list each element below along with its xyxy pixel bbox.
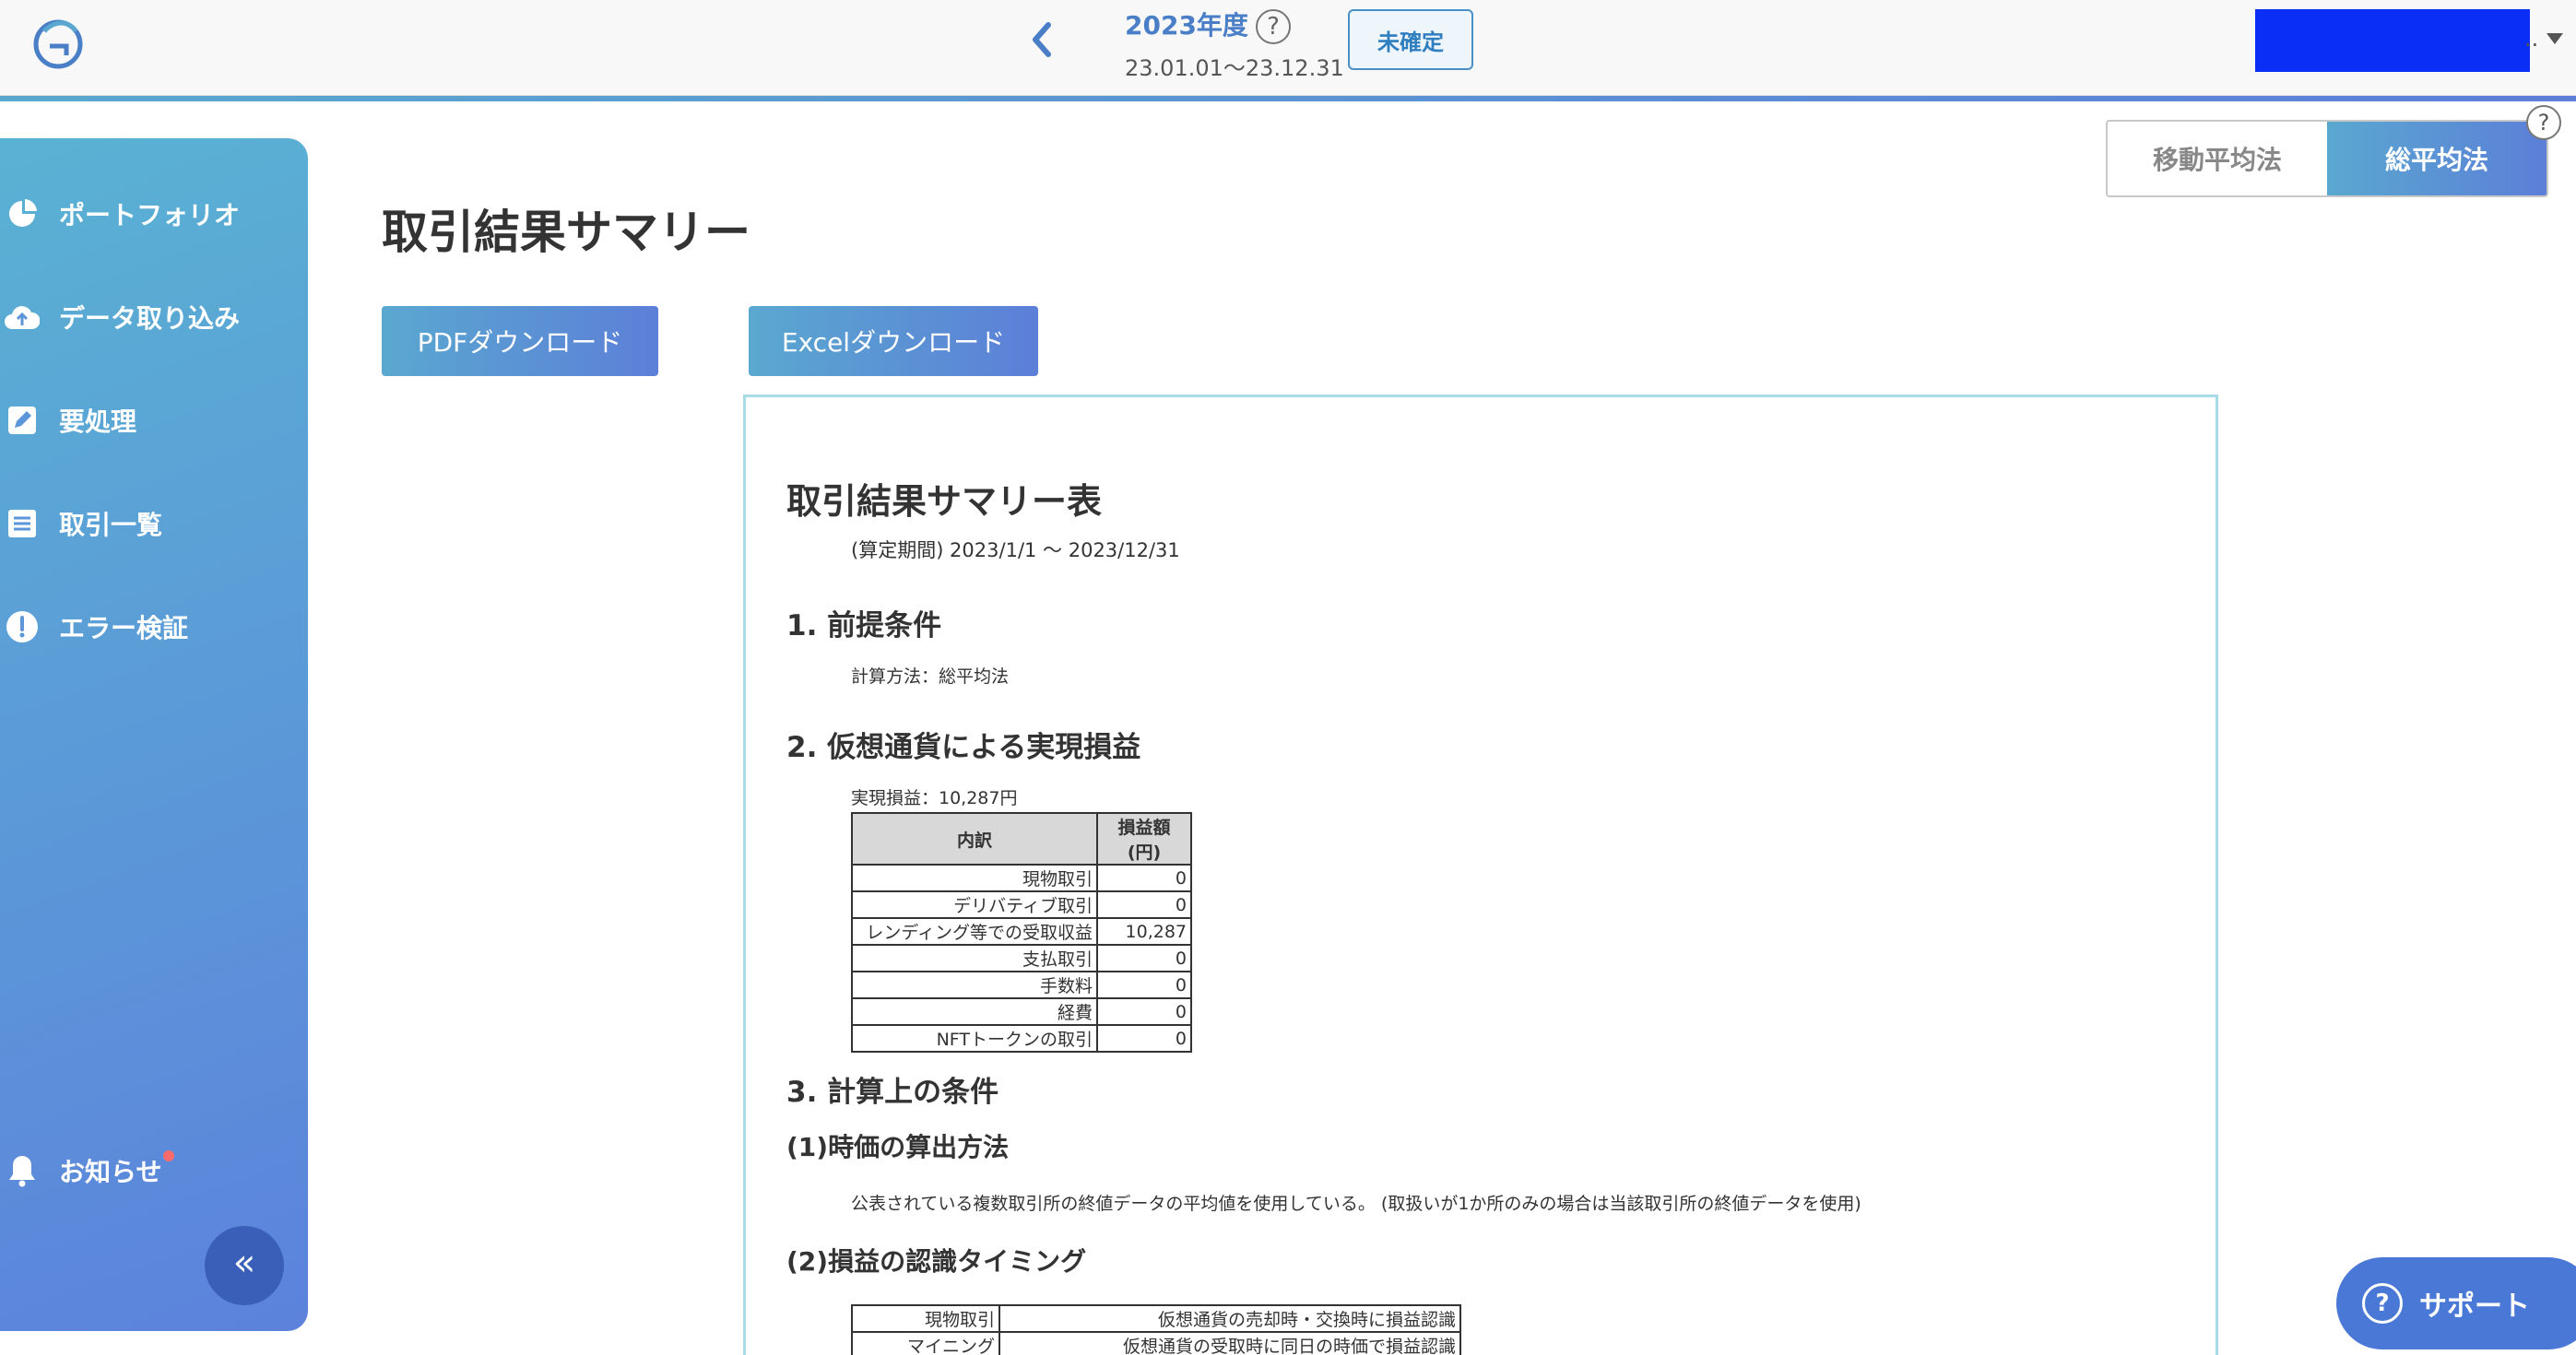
row-value: 仮想通貨の売却時・交換時に損益認識: [998, 1304, 1461, 1333]
support-button[interactable]: ? サポート: [2336, 1257, 2576, 1349]
chevron-left-icon: [1033, 22, 1051, 57]
table-row: レンディング等での受取収益 10,287: [851, 917, 1192, 946]
bell-icon: [4, 1152, 41, 1189]
method-moving-average-option[interactable]: 移動平均法: [2108, 122, 2327, 195]
table-row: デリバティブ取引 0: [851, 890, 1192, 919]
support-label: サポート: [2419, 1290, 2530, 1323]
row-label: NFTトークンの取引: [851, 1024, 1098, 1053]
timing-table: 現物取引 仮想通貨の売却時・交換時に損益認識 マイニング 仮想通貨の受取時に同日の時…: [851, 1304, 1461, 1355]
logo-icon[interactable]: [28, 11, 89, 72]
sidebar-item-label: 要処理: [59, 406, 137, 437]
row-label: マイニング: [851, 1331, 1000, 1355]
sidebar-item-label: エラー検証: [59, 613, 189, 643]
row-label: 現物取引: [851, 864, 1098, 892]
recognition-timing-heading: (2)損益の認識タイミング: [786, 1246, 1087, 1277]
method-total-average-option[interactable]: 総平均法: [2327, 122, 2546, 195]
notification-badge: [163, 1150, 174, 1161]
row-label: 手数料: [851, 971, 1098, 999]
sidebar-item-data-import[interactable]: データ取り込み: [0, 280, 308, 354]
alert-icon: [4, 608, 41, 645]
edit-icon: [4, 402, 41, 439]
table-row: NFTトークンの取引 0: [851, 1024, 1192, 1053]
excel-download-button[interactable]: Excelダウンロード: [749, 306, 1038, 376]
row-value: 0: [1096, 971, 1192, 999]
pdf-download-button[interactable]: PDFダウンロード: [382, 306, 658, 376]
row-value: 仮想通貨の受取時に同日の時価で損益認識: [998, 1331, 1461, 1355]
section1-heading: 1. 前提条件: [786, 609, 942, 642]
summary-report: 取引結果サマリー表 (算定期間) 2023/1/1 〜 2023/12/31 1…: [743, 395, 2218, 1355]
row-label: 現物取引: [851, 1304, 1000, 1333]
breakdown-table: 内訳 損益額(円) 現物取引 0 デリバティブ取引 0 レンディング等での受取収益 1…: [851, 812, 1192, 1053]
sidebar-item-notifications[interactable]: お知らせ: [0, 1134, 308, 1208]
row-value: 0: [1096, 944, 1192, 972]
sidebar-item-transactions[interactable]: 取引一覧: [0, 487, 308, 560]
calculation-method-text: 計算方法：総平均法: [851, 666, 1010, 687]
sidebar-item-action-required[interactable]: 要処理: [0, 383, 308, 457]
row-value: 0: [1096, 890, 1192, 919]
fiscal-year-block: 2023年度 ? 23.01.01〜23.12.31: [1125, 7, 1344, 82]
row-label: 経費: [851, 997, 1098, 1026]
table-header: 内訳: [851, 812, 1098, 866]
collapse-sidebar-button[interactable]: «: [205, 1226, 284, 1305]
sidebar-item-label: 取引一覧: [59, 510, 163, 540]
top-header: 2023年度 ? 23.01.01〜23.12.31 未確定 ..: [0, 0, 2576, 96]
row-label: デリバティブ取引: [851, 890, 1098, 919]
report-title: 取引結果サマリー表: [786, 481, 1103, 522]
sidebar-item-label: ポートフォリオ: [59, 200, 241, 230]
table-row: 手数料 0: [851, 971, 1192, 999]
header-accent-bar: [0, 96, 2576, 101]
sidebar-item-error-check[interactable]: エラー検証: [0, 590, 308, 664]
row-value: 0: [1096, 1024, 1192, 1053]
row-value: 0: [1096, 864, 1192, 892]
fiscal-year-range: 23.01.01〜23.12.31: [1125, 55, 1344, 81]
help-icon[interactable]: ?: [2526, 105, 2561, 140]
realized-pl-text: 実現損益：10,287円: [851, 788, 1018, 808]
fiscal-year-label: 2023年度: [1125, 10, 1248, 41]
section3-heading: 3. 計算上の条件: [786, 1076, 999, 1109]
row-value: 0: [1096, 997, 1192, 1026]
prev-year-button[interactable]: [1019, 17, 1065, 63]
calculation-method-toggle: 移動平均法 総平均法: [2106, 120, 2548, 197]
cloud-upload-icon: [4, 299, 41, 336]
price-method-heading: (1)時価の算出方法: [786, 1132, 1010, 1162]
table-row: 経費 0: [851, 997, 1192, 1026]
price-method-text: 公表されている複数取引所の終値データの平均値を使用している。 (取扱いが1か所の…: [851, 1194, 1861, 1214]
section2-heading: 2. 仮想通貨による実現損益: [786, 731, 1141, 764]
page-title: 取引結果サマリー: [382, 206, 750, 259]
row-label: 支払取引: [851, 944, 1098, 972]
sidebar: ポートフォリオ データ取り込み 要処理 取引一覧 エラー検証 お知らせ «: [0, 138, 308, 1331]
row-label: レンディング等での受取収益: [851, 917, 1098, 946]
table-header: 損益額(円): [1096, 812, 1192, 866]
user-account-redacted[interactable]: [2255, 9, 2530, 72]
table-row: マイニング 仮想通貨の受取時に同日の時価で損益認識: [851, 1331, 1461, 1355]
sidebar-item-label: お知らせ: [59, 1157, 162, 1187]
unconfirmed-status-button[interactable]: 未確定: [1348, 9, 1473, 70]
list-icon: [4, 505, 41, 542]
table-row: 支払取引 0: [851, 944, 1192, 972]
help-icon: ?: [2362, 1283, 2403, 1324]
report-period: (算定期間) 2023/1/1 〜 2023/12/31: [851, 539, 1180, 561]
user-ellipsis: ..: [2524, 26, 2539, 52]
row-value: 10,287: [1096, 917, 1192, 946]
help-icon[interactable]: ?: [1256, 9, 1291, 44]
caret-down-icon[interactable]: [2546, 33, 2563, 44]
sidebar-item-label: データ取り込み: [59, 303, 241, 334]
sidebar-item-portfolio[interactable]: ポートフォリオ: [0, 177, 308, 251]
pie-chart-icon: [4, 195, 41, 232]
table-row: 現物取引 0: [851, 864, 1192, 892]
table-row: 現物取引 仮想通貨の売却時・交換時に損益認識: [851, 1304, 1461, 1333]
